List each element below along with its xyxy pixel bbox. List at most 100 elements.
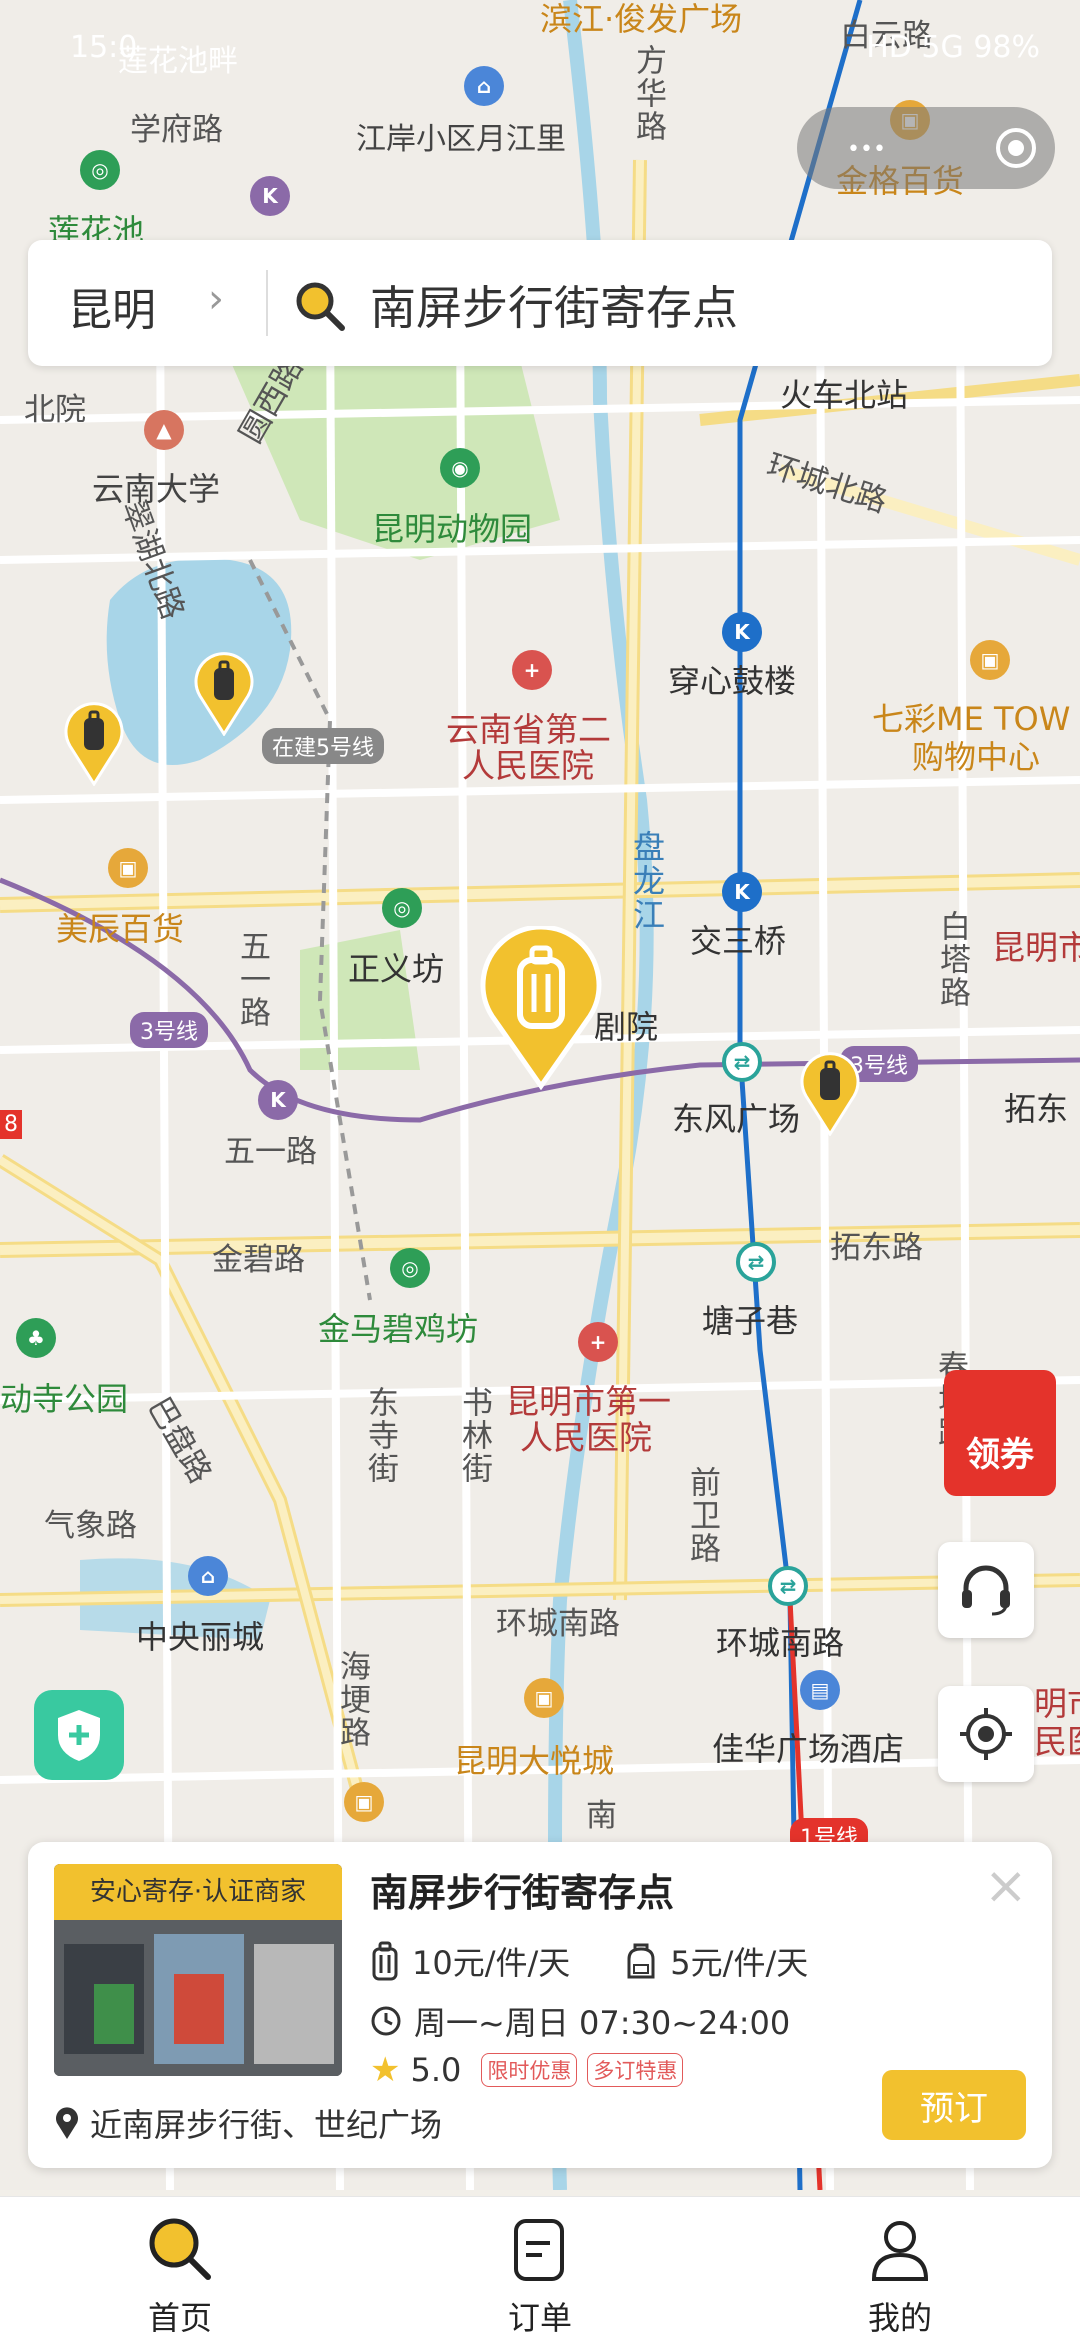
map-label: 学府路 <box>130 112 223 148</box>
map-label: 购物中心 <box>912 738 1041 776</box>
close-icon[interactable]: × <box>984 1860 1028 1912</box>
transfer-station-icon[interactable]: ⇄ <box>768 1566 808 1606</box>
transfer-station-icon[interactable]: ⇄ <box>736 1242 776 1282</box>
search-home-icon <box>149 2218 211 2280</box>
map-label: 东寺街 <box>362 1386 398 1485</box>
clock-icon <box>371 2006 401 2036</box>
map-label: 火车北站 <box>780 376 909 414</box>
hotel-icon[interactable]: ▤ <box>800 1670 840 1710</box>
shield-plus-icon <box>58 1710 100 1761</box>
user-icon <box>871 2221 929 2281</box>
map-label: 盘龙江 <box>628 830 666 932</box>
map-label: 昆明大悦城 <box>454 1742 615 1780</box>
zoo-icon[interactable]: ◉ <box>440 448 480 488</box>
scenic-icon[interactable]: ◎ <box>80 150 120 190</box>
headset-icon <box>962 1565 1010 1616</box>
map-label: 佳华广场酒店 <box>712 1730 905 1768</box>
residence-icon[interactable]: ⌂ <box>188 1556 228 1596</box>
store-photo[interactable]: 安心寄存·认证商家 <box>54 1864 342 2076</box>
store-card[interactable]: 安心寄存·认证商家 南屏步行街寄存点 × 10元/件/天 5元/件/天 周一~周… <box>28 1842 1052 2168</box>
map-label: 书林街 <box>456 1386 492 1485</box>
map-label: 民医 <box>1034 1722 1080 1761</box>
map-label: 南 <box>586 1798 617 1834</box>
city-selector[interactable]: 昆明 <box>68 274 156 338</box>
store-name[interactable]: 南屏步行街寄存点 <box>370 1862 674 1917</box>
map-label: 拓东 <box>1004 1090 1069 1128</box>
battery-label: 98% <box>973 30 1040 65</box>
rating-row: ★ 5.0 限时优惠 多订特惠 <box>370 2050 684 2090</box>
scenic-icon[interactable]: ◎ <box>382 888 422 928</box>
hospital-icon[interactable]: + <box>578 1322 618 1362</box>
metro-station-icon[interactable]: K <box>722 612 762 652</box>
transfer-station-icon[interactable]: ⇄ <box>722 1042 762 1082</box>
map-label: 人民医院 <box>462 746 594 785</box>
map-label: 前卫路 <box>684 1466 720 1565</box>
star-icon: ★ <box>370 2050 401 2090</box>
map-label: 中央丽城 <box>136 1618 265 1656</box>
status-bar: 15:0 HD 5G 98% <box>0 0 1080 80</box>
map-label: 美辰百货 <box>56 910 185 948</box>
tab-profile[interactable]: 我的 <box>800 2197 1000 2341</box>
scenic-icon[interactable]: ◎ <box>390 1248 430 1288</box>
coupon-button[interactable]: 领券 <box>944 1370 1056 1496</box>
promo-tag: 限时优惠 <box>481 2053 578 2087</box>
hours-row: 周一~周日 07:30~24:00 <box>370 1998 790 2044</box>
network-label: HD 5G <box>866 30 964 65</box>
storage-pin-icon[interactable] <box>62 700 126 786</box>
location-pin-icon <box>56 2107 78 2139</box>
search-bar[interactable]: 昆明 › 南屏步行街寄存点 <box>28 240 1052 366</box>
safety-button[interactable] <box>34 1690 124 1780</box>
selected-storage-pin-icon[interactable] <box>478 926 604 1090</box>
map-label: 金马碧鸡坊 <box>318 1310 479 1348</box>
storage-pin-icon[interactable] <box>798 1050 862 1136</box>
metro-station-icon[interactable]: K <box>250 176 290 216</box>
map-label: 塘子巷 <box>702 1302 799 1340</box>
metro-station-icon[interactable]: K <box>258 1080 298 1120</box>
map-label: 在建5号线 <box>262 728 384 764</box>
hospital-icon[interactable]: + <box>512 650 552 690</box>
map-label: 白塔路 <box>934 910 970 1009</box>
tab-home[interactable]: 首页 <box>80 2197 280 2341</box>
map-label: 正义坊 <box>348 950 445 988</box>
small-price: 5元/件/天 <box>670 1944 809 1982</box>
rating-value: 5.0 <box>410 2051 462 2089</box>
map-label: 海埂路 <box>334 1650 370 1749</box>
map-label: 8 <box>0 1110 22 1139</box>
crosshair-icon <box>960 1708 1012 1760</box>
metro-station-icon[interactable]: K <box>722 872 762 912</box>
map-label: 明市 <box>1034 1684 1080 1723</box>
map-label: 昆明市第一 <box>506 1382 671 1421</box>
price-row: 10元/件/天 5元/件/天 <box>370 1938 808 1984</box>
shopping-icon[interactable]: ▣ <box>524 1678 564 1718</box>
large-luggage-icon <box>372 1941 398 1981</box>
customer-service-button[interactable] <box>938 1542 1034 1638</box>
locate-me-button[interactable] <box>938 1686 1034 1782</box>
location-toggle[interactable]: ••• <box>797 107 1055 189</box>
dots-icon: ••• <box>847 137 886 162</box>
verified-badge: 安心寄存·认证商家 <box>54 1864 342 1920</box>
map-label: 3号线 <box>130 1012 208 1048</box>
map-label: 昆明动物园 <box>372 510 533 548</box>
map-label: 交三桥 <box>690 922 787 960</box>
book-button[interactable]: 预订 <box>882 2070 1026 2140</box>
map-label: 江岸小区月江里 <box>356 122 566 157</box>
map-label: 拓东路 <box>830 1230 923 1266</box>
map-label: 五一路 <box>234 930 270 1029</box>
divider <box>266 270 268 336</box>
shopping-icon[interactable]: ▣ <box>970 640 1010 680</box>
school-icon[interactable]: ▲ <box>144 410 184 450</box>
coupon-label: 领券 <box>966 1435 1034 1475</box>
shopping-icon[interactable]: ▣ <box>344 1782 384 1822</box>
map-label: 金碧路 <box>212 1242 305 1278</box>
chevron-right-icon: › <box>208 276 224 322</box>
bottom-tab-bar: 首页 订单 我的 <box>0 2196 1080 2341</box>
storage-pin-icon[interactable] <box>192 650 256 736</box>
park-icon[interactable]: ♣ <box>16 1318 56 1358</box>
shopping-icon[interactable]: ▣ <box>108 848 148 888</box>
search-input[interactable]: 南屏步行街寄存点 <box>370 272 738 338</box>
tab-orders[interactable]: 订单 <box>440 2197 640 2341</box>
search-icon <box>296 282 345 331</box>
status-time: 15:0 <box>70 30 138 65</box>
target-icon <box>996 128 1036 168</box>
map-label: 五一路 <box>224 1134 317 1170</box>
